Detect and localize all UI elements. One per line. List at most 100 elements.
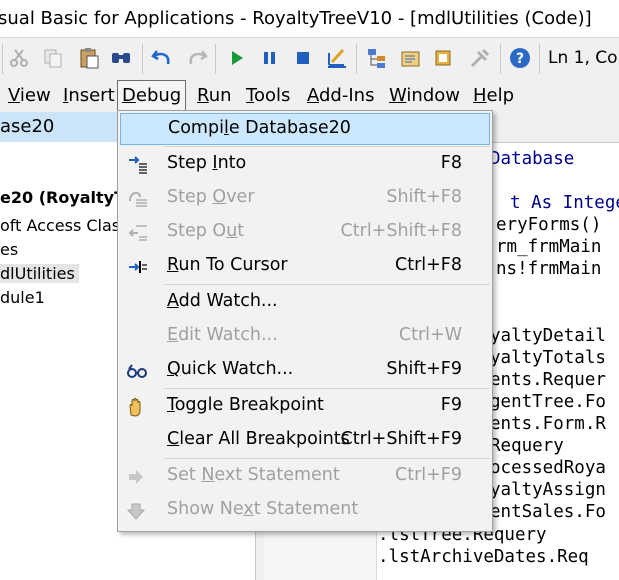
code-line[interactable]: Database [490, 149, 574, 169]
toolbox-icon[interactable] [469, 47, 491, 69]
menu-item-label: Step Into [167, 153, 247, 173]
svg-text:?: ? [516, 51, 524, 67]
properties-icon[interactable] [400, 47, 422, 69]
code-line[interactable]: entSales.Fo [490, 502, 606, 522]
reset-icon[interactable] [292, 47, 314, 69]
code-line[interactable]: yaltyDetail [490, 326, 606, 346]
menu-item-label: Compile Database20 [168, 118, 351, 138]
menu-item-step-into[interactable]: Step Into F8 [120, 149, 490, 181]
cursor-position: Ln 1, Col [548, 48, 619, 68]
menu-item-label: Add Watch... [167, 291, 278, 311]
code-line[interactable]: ns!frmMain [496, 259, 601, 279]
menu-item-shortcut: Ctrl+F9 [394, 465, 462, 485]
step-over-icon [129, 191, 147, 207]
toolbar-separator [500, 44, 501, 74]
undo-icon[interactable] [151, 47, 173, 69]
code-line[interactable]: eryForms() [496, 215, 601, 235]
menu-item-run-to-cursor[interactable]: Run To Cursor Ctrl+F8 [120, 251, 490, 283]
code-line[interactable]: rm_frmMain [496, 237, 601, 257]
menu-item-label: Step Out [167, 221, 245, 241]
menu-item-show-next-statement[interactable]: Show Next Statement [120, 495, 490, 527]
menu-item-label: Clear All Breakpoints [167, 429, 350, 449]
show-next-icon [126, 503, 146, 520]
code-line[interactable]: ents.Requer [490, 370, 606, 390]
menu-run[interactable]: Run [193, 80, 236, 112]
toolbar-separator [539, 44, 540, 74]
menu-item-shortcut: Ctrl+W [398, 325, 462, 345]
code-line[interactable]: yaltyAssign [490, 480, 606, 500]
code-line[interactable]: t As Intege [510, 193, 619, 213]
menu-separator [164, 284, 490, 285]
set-next-icon [129, 470, 143, 484]
menu-item-label: Quick Watch... [167, 359, 294, 379]
break-icon[interactable] [259, 47, 281, 69]
menu-debug[interactable]: Debug [117, 80, 187, 112]
code-line[interactable]: .lstArchiveDates.Req [378, 547, 589, 567]
window-title: sual Basic for Applications - RoyaltyTre… [0, 8, 592, 29]
standard-toolbar: ? Ln 1, Col [0, 37, 619, 81]
code-line[interactable]: ocessedRoya [490, 458, 606, 478]
menu-item-add-watch[interactable]: Add Watch... [120, 287, 490, 319]
menu-item-label: Edit Watch... [167, 325, 278, 345]
code-line[interactable]: gentTree.Fo [490, 392, 606, 412]
menu-separator [164, 458, 490, 459]
menu-item-label: Show Next Statement [167, 499, 359, 519]
menu-window[interactable]: Window [385, 80, 464, 112]
menu-separator [164, 388, 490, 389]
menu-item-shortcut: Ctrl+F8 [394, 255, 462, 275]
code-line[interactable]: Requery [490, 436, 564, 456]
menu-view-rest: iew [19, 85, 51, 106]
object-browser-icon[interactable] [433, 47, 455, 69]
toolbar-separator [356, 44, 357, 74]
toolbar-separator [142, 44, 143, 74]
menu-item-set-next-statement[interactable]: Set Next Statement Ctrl+F9 [120, 461, 490, 493]
copy-icon[interactable] [42, 47, 64, 69]
run-icon[interactable] [226, 47, 248, 69]
debug-menu-dropdown: Compile Database20 Step Into F8 Step Ove… [117, 110, 493, 532]
menu-item-quick-watch[interactable]: Quick Watch... Shift+F9 [120, 355, 490, 387]
menu-item-step-out[interactable]: Step Out Ctrl+Shift+F8 [120, 217, 490, 249]
help-icon[interactable]: ? [509, 47, 531, 69]
menu-item-shortcut: Shift+F9 [386, 359, 462, 379]
menu-view[interactable]: View [4, 80, 55, 112]
menu-item-label: Step Over [167, 187, 255, 207]
design-mode-icon[interactable] [326, 47, 348, 69]
title-bar: sual Basic for Applications - RoyaltyTre… [0, 0, 619, 37]
tree-item-module1[interactable]: dule1 [0, 288, 45, 307]
menu-separator [164, 146, 490, 147]
menu-item-shortcut: Ctrl+Shift+F9 [340, 429, 462, 449]
project-explorer-icon[interactable] [366, 47, 388, 69]
paste-icon[interactable] [78, 47, 100, 69]
menu-item-label: Toggle Breakpoint [167, 395, 324, 415]
toolbar-separator [2, 44, 3, 74]
run-to-cursor-icon [129, 261, 147, 273]
menu-item-shortcut: F9 [440, 395, 462, 415]
menu-item-label: Set Next Statement [167, 465, 340, 485]
tree-item-modules[interactable]: es [0, 240, 18, 259]
menu-tools[interactable]: Tools [242, 80, 294, 112]
menu-item-shortcut: Ctrl+Shift+F8 [340, 221, 462, 241]
find-icon[interactable] [110, 47, 132, 69]
toolbar-separator [215, 44, 216, 74]
redo-icon[interactable] [186, 47, 208, 69]
menu-item-step-over[interactable]: Step Over Shift+F8 [120, 183, 490, 215]
code-line[interactable]: ents.Form.R [490, 414, 606, 434]
step-out-icon [128, 225, 147, 241]
cut-icon[interactable] [8, 47, 30, 69]
menu-bar: View Insert Debug Run Tools Add-Ins Wind… [0, 80, 619, 112]
hand-icon [129, 398, 141, 417]
menu-item-shortcut: Shift+F8 [386, 187, 462, 207]
quick-watch-icon [127, 364, 147, 378]
step-into-icon [129, 156, 147, 174]
menu-item-clear-breakpoints[interactable]: Clear All Breakpoints Ctrl+Shift+F9 [120, 425, 490, 457]
menu-help[interactable]: Help [469, 80, 518, 112]
menu-item-edit-watch[interactable]: Edit Watch... Ctrl+W [120, 321, 490, 353]
menu-item-toggle-breakpoint[interactable]: Toggle Breakpoint F9 [120, 391, 490, 423]
menu-insert[interactable]: Insert [59, 80, 119, 112]
menu-add-ins[interactable]: Add-Ins [303, 80, 378, 112]
code-line[interactable]: yaltyTotals [490, 348, 606, 368]
menu-item-shortcut: F8 [440, 153, 462, 173]
menu-item-label: Run To Cursor [167, 255, 288, 275]
menu-item-compile[interactable]: Compile Database20 [120, 113, 490, 145]
tree-item-mdlutilities[interactable]: dlUtilities [0, 264, 79, 283]
